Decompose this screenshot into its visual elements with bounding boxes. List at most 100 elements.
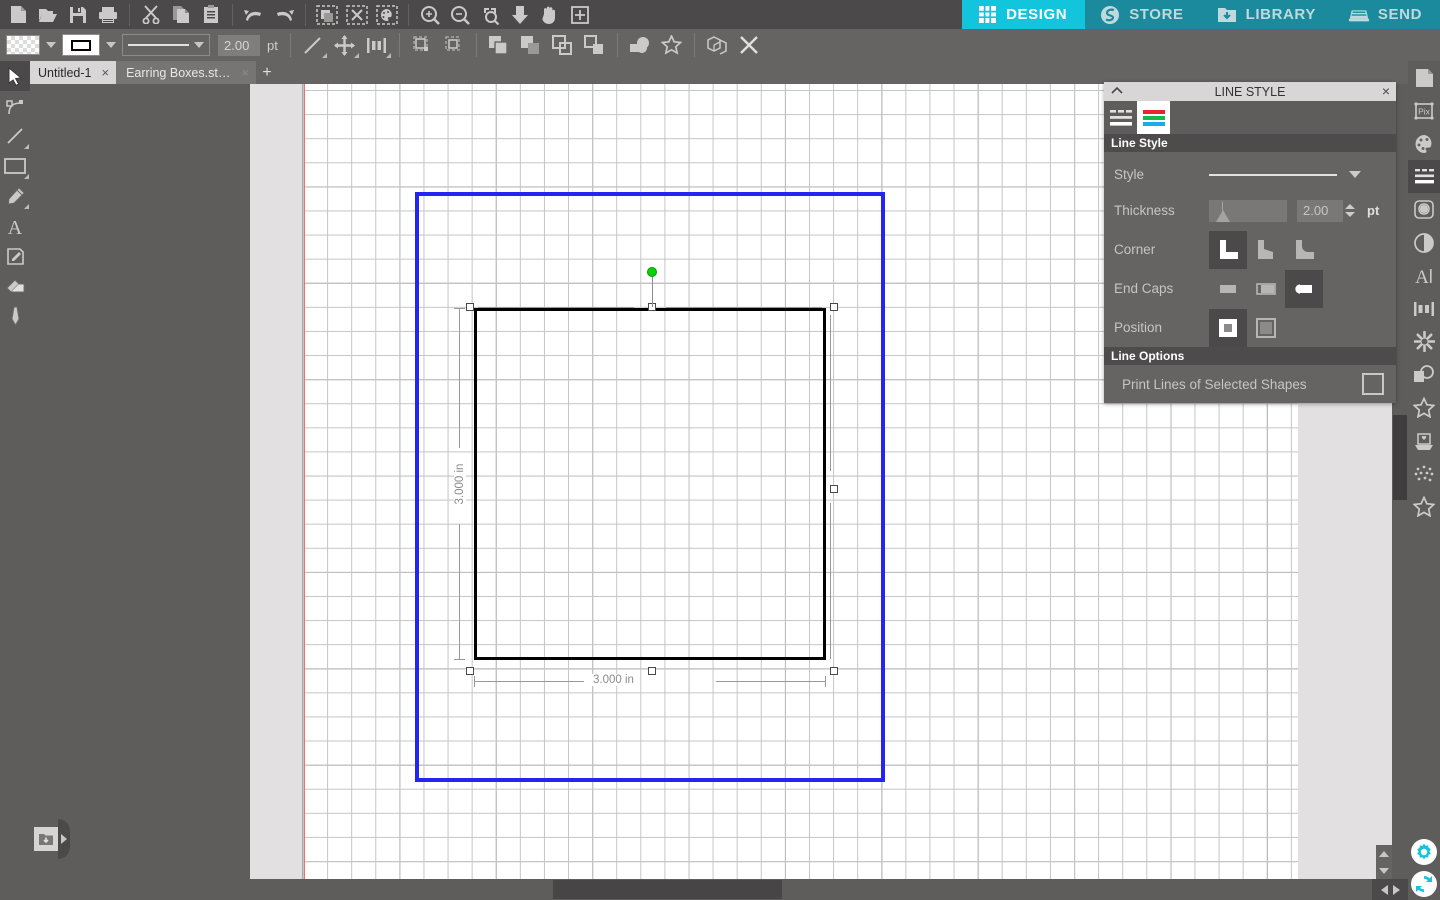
redo-icon[interactable] bbox=[269, 1, 299, 28]
print-lines-checkbox[interactable] bbox=[1362, 373, 1384, 395]
zoom-selection-icon[interactable] bbox=[475, 1, 505, 28]
thickness-value[interactable]: 2.00 bbox=[1297, 199, 1343, 222]
line-tool[interactable] bbox=[0, 121, 30, 151]
position-inside-option[interactable] bbox=[1247, 309, 1285, 347]
resize-handle-bottom-right[interactable] bbox=[830, 667, 838, 675]
notes-tool[interactable] bbox=[0, 241, 30, 271]
rotation-handle[interactable] bbox=[647, 267, 657, 277]
eraser-tool[interactable] bbox=[0, 271, 30, 301]
selection-arrow-tool[interactable] bbox=[0, 61, 30, 91]
library-tray-icon[interactable] bbox=[34, 827, 58, 851]
copy-icon[interactable] bbox=[166, 1, 196, 28]
line-color-dropdown-caret[interactable] bbox=[106, 42, 116, 48]
new-tab-button[interactable]: + bbox=[256, 61, 279, 84]
offset-panel-icon[interactable] bbox=[1408, 358, 1440, 391]
rhinestones-icon[interactable] bbox=[1408, 391, 1440, 424]
deselect-all-icon[interactable] bbox=[342, 1, 372, 28]
settings-gear-icon[interactable] bbox=[1408, 836, 1440, 868]
save-icon[interactable] bbox=[63, 1, 93, 28]
fill-color-dropdown-caret[interactable] bbox=[46, 42, 56, 48]
endcap-round-option[interactable] bbox=[1285, 269, 1323, 308]
resize-handle-top-left[interactable] bbox=[466, 303, 474, 311]
modify-shape-icon[interactable] bbox=[624, 30, 656, 60]
intersect-icon[interactable] bbox=[547, 30, 579, 60]
close-tab-icon[interactable]: × bbox=[242, 65, 250, 80]
horizontal-scroll-thumb[interactable] bbox=[553, 880, 782, 899]
close-tab-icon[interactable]: × bbox=[102, 65, 110, 80]
line-style-dropdown[interactable] bbox=[122, 34, 210, 56]
corner-miter-option[interactable] bbox=[1209, 230, 1247, 269]
position-center-option[interactable] bbox=[1209, 308, 1247, 347]
print-icon[interactable] bbox=[93, 1, 123, 28]
sketch-pen-icon[interactable] bbox=[1408, 193, 1440, 226]
zoom-out-icon[interactable] bbox=[445, 1, 475, 28]
horizontal-scroll-steppers[interactable] bbox=[1372, 879, 1408, 900]
align-icon[interactable] bbox=[1408, 292, 1440, 325]
paste-clipboard-icon[interactable] bbox=[196, 1, 226, 28]
resize-handle-top-right[interactable] bbox=[830, 303, 838, 311]
horizontal-scrollbar[interactable] bbox=[0, 879, 1408, 900]
page-setup-icon[interactable] bbox=[1408, 61, 1440, 94]
distribute-icon[interactable] bbox=[361, 30, 393, 60]
cut-scissors-icon[interactable] bbox=[136, 1, 166, 28]
close-panel-icon[interactable]: × bbox=[1382, 83, 1390, 99]
style-dropdown-caret[interactable] bbox=[1349, 171, 1361, 178]
select-all-icon[interactable] bbox=[312, 1, 342, 28]
document-tab-earring-boxes[interactable]: Earring Boxes.studi... × bbox=[116, 61, 257, 84]
print-and-cut-icon[interactable] bbox=[701, 30, 733, 60]
fill-color-icon[interactable] bbox=[1408, 127, 1440, 160]
subtract-icon[interactable] bbox=[515, 30, 547, 60]
collapse-chevron-icon[interactable] bbox=[1109, 84, 1125, 101]
sketch-effects-icon[interactable] bbox=[1408, 457, 1440, 490]
document-tab-untitled[interactable]: Untitled-1 × bbox=[28, 61, 117, 84]
line-color-swatch[interactable] bbox=[62, 34, 100, 56]
rectangle-tool[interactable] bbox=[0, 151, 30, 181]
corner-round-option[interactable] bbox=[1285, 231, 1323, 269]
open-folder-icon[interactable] bbox=[33, 1, 63, 28]
print-and-cut-icon[interactable] bbox=[1408, 424, 1440, 457]
select-by-color-icon[interactable] bbox=[372, 1, 402, 28]
nav-tab-design[interactable]: DESIGN bbox=[962, 0, 1086, 29]
vertical-scroll-thumb[interactable] bbox=[1393, 415, 1407, 500]
line-thickness-input[interactable] bbox=[218, 34, 260, 56]
resize-handle-bottom-left[interactable] bbox=[466, 667, 474, 675]
nav-tab-store[interactable]: STORE bbox=[1085, 0, 1202, 29]
text-style-icon[interactable]: A bbox=[1408, 259, 1440, 292]
modify-tools-icon[interactable] bbox=[1408, 325, 1440, 358]
resize-handle-bottom-center[interactable] bbox=[648, 667, 656, 675]
rgb-bars-icon[interactable] bbox=[1137, 101, 1170, 134]
thickness-slider[interactable] bbox=[1209, 199, 1287, 222]
new-document-icon[interactable] bbox=[3, 1, 33, 28]
replicate-icon[interactable] bbox=[406, 30, 438, 60]
pixscan-icon[interactable]: Pix bbox=[1408, 94, 1440, 127]
undo-icon[interactable] bbox=[239, 1, 269, 28]
crop-icon[interactable] bbox=[579, 30, 611, 60]
draw-line-tool-icon[interactable] bbox=[297, 30, 329, 60]
nav-tab-library[interactable]: LIBRARY bbox=[1201, 0, 1334, 29]
rhinestone-star-icon[interactable] bbox=[656, 30, 688, 60]
knife-tool[interactable] bbox=[0, 301, 30, 331]
align-move-icon[interactable] bbox=[329, 30, 361, 60]
fill-color-swatch[interactable] bbox=[6, 35, 40, 55]
pan-hand-icon[interactable] bbox=[535, 1, 565, 28]
resize-handle-middle-right[interactable] bbox=[830, 485, 838, 493]
sync-refresh-icon[interactable] bbox=[1408, 868, 1440, 900]
nav-tab-send[interactable]: SEND bbox=[1333, 0, 1440, 29]
line-style-icon[interactable] bbox=[1408, 160, 1440, 193]
expand-panel-arrow-icon[interactable] bbox=[58, 819, 70, 859]
zoom-region-icon[interactable] bbox=[565, 1, 595, 28]
weld-icon[interactable] bbox=[483, 30, 515, 60]
fit-to-page-icon[interactable] bbox=[505, 1, 535, 28]
endcap-square-option[interactable] bbox=[1247, 270, 1285, 308]
corner-bevel-option[interactable] bbox=[1247, 231, 1285, 269]
transparency-icon[interactable] bbox=[1408, 226, 1440, 259]
text-tool[interactable]: A bbox=[0, 211, 30, 241]
edit-points-tool[interactable] bbox=[0, 91, 30, 121]
thickness-spinner[interactable] bbox=[1345, 204, 1357, 217]
offset-icon[interactable] bbox=[438, 30, 470, 60]
dashed-lines-icon[interactable] bbox=[1104, 101, 1137, 134]
draw-freehand-tool[interactable] bbox=[0, 181, 30, 211]
delete-x-icon[interactable] bbox=[733, 30, 765, 60]
design-star-icon[interactable] bbox=[1408, 490, 1440, 523]
endcap-butt-option[interactable] bbox=[1209, 270, 1247, 308]
